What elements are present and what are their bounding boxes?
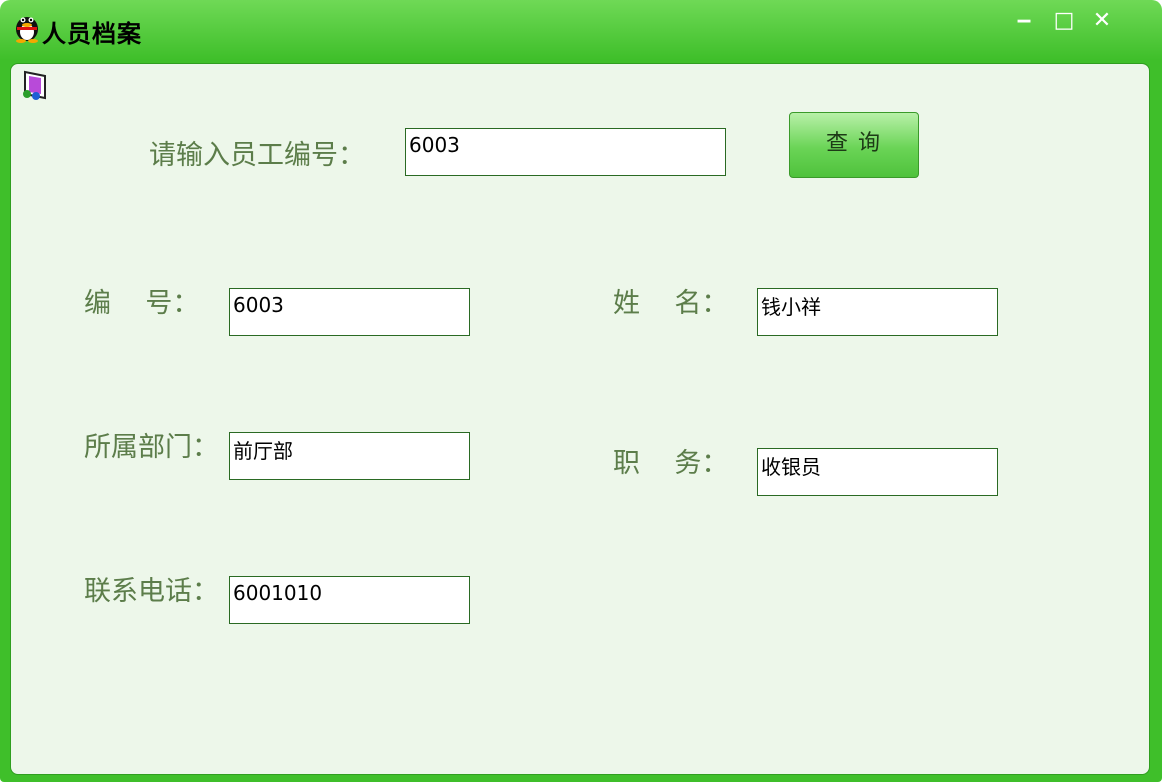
phone-field[interactable] — [229, 576, 470, 624]
phone-label: 联系电话： — [84, 576, 219, 607]
penguin-icon — [16, 17, 38, 43]
minimize-button[interactable]: ‒ — [1008, 8, 1040, 34]
form-tool-icon — [23, 70, 46, 100]
id-field[interactable] — [229, 288, 470, 336]
employee-id-query-label: 请输入员工编号： — [149, 140, 365, 171]
department-label: 所属部门： — [84, 432, 219, 463]
form-client-area: 请输入员工编号： 查询 编 号： 姓 名： 所属部门： 职 务： 联系电话： — [10, 63, 1150, 775]
id-label: 编 号： — [84, 288, 200, 319]
query-button[interactable]: 查询 — [789, 112, 919, 178]
employee-id-query-input[interactable] — [405, 128, 726, 176]
name-field[interactable] — [757, 288, 998, 336]
app-window: 人员档案 ‒ □ ✕ 请输入员工编号： 查询 编 号： 姓 名： 所属部门： 职… — [0, 0, 1162, 782]
maximize-button[interactable]: □ — [1048, 8, 1080, 34]
close-button[interactable]: ✕ — [1086, 8, 1118, 34]
name-label: 姓 名： — [613, 288, 729, 319]
position-label: 职 务： — [613, 448, 729, 479]
position-field[interactable] — [757, 448, 998, 496]
window-title: 人员档案 — [42, 20, 142, 48]
title-bar[interactable]: 人员档案 ‒ □ ✕ — [0, 0, 1162, 60]
department-field[interactable] — [229, 432, 470, 480]
